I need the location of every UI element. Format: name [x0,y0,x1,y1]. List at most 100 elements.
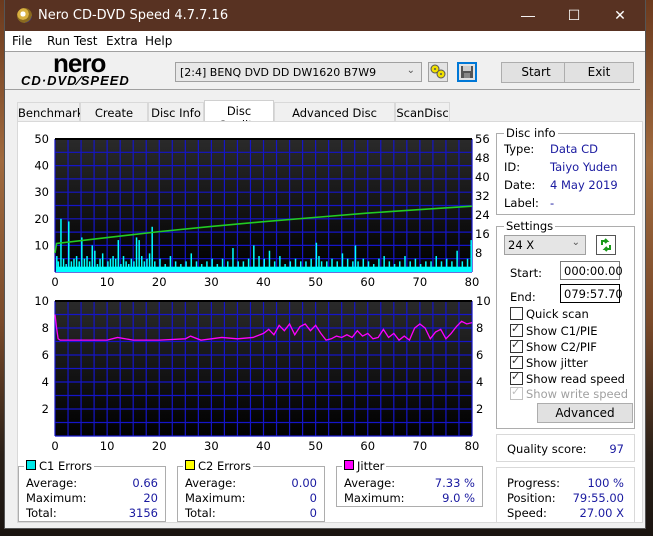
maximize-button[interactable]: ☐ [551,0,597,31]
tab-benchmark[interactable]: Benchmark [17,102,84,121]
window-title: Nero CD-DVD Speed 4.7.7.16 [38,8,229,23]
tab-advanced-disc-quality[interactable]: Advanced Disc Quality [274,102,395,134]
c1-error-bar [174,261,177,272]
c1-error-bar [268,250,271,272]
c1-error-bar [232,248,234,272]
c1-error-bar [279,256,281,272]
disc-date-label: Date: [504,178,536,192]
disc-date-value: 4 May 2019 [550,178,618,192]
disc-type-value: Data CD [550,142,598,156]
c1-error-bar [253,245,255,272]
speed-label: Speed: [507,506,547,520]
close-button[interactable]: ✕ [597,0,643,31]
c2-errors-group: C2 Errors Average: 0.00 Maximum: 0 Total… [177,459,325,522]
y-tick-label-left: 2 [42,402,49,416]
c1-error-bar [320,261,323,272]
menu-extra[interactable]: Extra [106,34,138,48]
settings-title: Settings [504,219,556,233]
minimize-button[interactable]: — [505,0,551,31]
c1-error-bar [62,258,65,272]
disc-type-label: Type: [504,142,535,156]
c1-error-bar [101,253,104,272]
c1-error-bar [65,264,67,272]
toolbar-bottom-divider [5,89,640,90]
c1-error-bar [127,264,130,272]
c1-error-bar [289,261,292,272]
advanced-button[interactable]: Advanced [537,403,633,423]
c1-error-bar [83,258,86,272]
quick-scan-checkbox[interactable]: Quick scan [510,307,589,321]
c1-average-label: Average: [26,476,78,490]
tab-disc-info[interactable]: Disc Info [148,102,204,121]
y-tick-label-left: 40 [34,159,49,173]
checkbox-box [510,385,523,400]
progress-label: Progress: [507,476,560,490]
c1-error-bar [96,264,99,272]
jitter-average-label: Average: [344,476,396,490]
y-tick-label-right: 4 [476,375,483,389]
c1-total-label: Total: [26,506,57,520]
c1-error-bar [130,258,133,272]
c1-error-bar [78,261,80,272]
end-field[interactable]: 079:57.70 [560,284,623,303]
c2-color-swatch [185,460,195,470]
show-jitter-checkbox[interactable]: Show jitter [510,354,588,370]
settings-group: Settings 24 X ⌄ Start: 000:00.00 End: 07… [496,219,635,429]
c1-error-bar [445,258,448,272]
checkbox-label: Show C1/PIE [526,324,598,338]
c1-error-bar [151,226,153,272]
quality-score-value: 97 [609,442,624,456]
c1-error-bar [143,261,146,272]
tab-scandisc[interactable]: ScanDisc [395,102,450,121]
drive-select[interactable]: [2:4] BENQ DVD DD DW1620 B7W9 ⌄ [175,62,422,82]
app-window: Nero CD-DVD Speed 4.7.7.16 — ☐ ✕ File Ru… [5,0,645,528]
x-tick-label: 40 [256,439,271,453]
nero-logo: nero CD·DVD⁄SPEED [15,48,175,92]
progress-value: 100 % [587,476,624,490]
show-c1-pie-checkbox[interactable]: Show C1/PIE [510,322,598,338]
show-c2-pif-checkbox[interactable]: Show C2/PIF [510,338,597,354]
menu-file[interactable]: File [12,34,32,48]
c1-speed-chart: 10 20 30 40 50 8 16 24 32 40 48 56 0 10 20 30 40 50 60 70 80 [34,132,490,289]
refresh-speed-button[interactable] [596,235,616,255]
disc-id-label: ID: [504,160,521,174]
app-icon [17,8,32,23]
speed-select[interactable]: 24 X ⌄ [504,235,586,255]
c1-error-bar [146,258,148,272]
exit-button[interactable]: Exit [564,62,634,83]
c1-error-bar [88,261,91,272]
menu-help[interactable]: Help [145,34,172,48]
start-button[interactable]: Start [501,62,571,83]
y-tick-label-right: 8 [475,246,482,260]
quality-score-group: Quality score: 97 [496,434,635,462]
checkbox-label: Show read speed [526,372,625,386]
x-tick-label: 70 [413,275,428,289]
tab-create-disc[interactable]: Create Disc [80,102,148,134]
y-tick-label-right: 40 [475,170,490,184]
y-tick-label-left: 4 [42,375,49,389]
jitter-color-swatch [344,460,354,470]
start-field[interactable]: 000:00.00 [560,261,623,280]
disc-info-group: Disc info Type: Data CD ID: Taiyo Yuden … [496,126,635,215]
save-button[interactable] [457,62,477,82]
y-tick-label-right: 2 [476,402,483,416]
c1-error-bar [60,218,62,272]
c1-error-bar [99,258,101,272]
c2-total-label: Total: [185,506,216,520]
show-read-speed-checkbox[interactable]: Show read speed [510,370,625,386]
drive-info-button[interactable] [428,62,448,82]
tab-disc-quality[interactable]: Disc Quality [204,100,274,132]
c2-title-text: C2 Errors [198,459,252,473]
c1-error-bar [263,258,265,272]
title-bar: Nero CD-DVD Speed 4.7.7.16 — ☐ ✕ [5,0,645,31]
c1-errors-title: C1 Errors [24,459,95,473]
c2-total-value: 0 [309,506,317,520]
c1-error-bar [383,256,385,272]
position-label: Position: [507,491,556,505]
menu-run-test[interactable]: Run Test [47,34,97,48]
c1-error-bar [154,261,156,272]
end-label: End: [510,290,536,304]
y-tick-label-left: 20 [34,212,49,226]
c1-error-bar [310,258,312,272]
c1-error-bar [68,221,70,272]
